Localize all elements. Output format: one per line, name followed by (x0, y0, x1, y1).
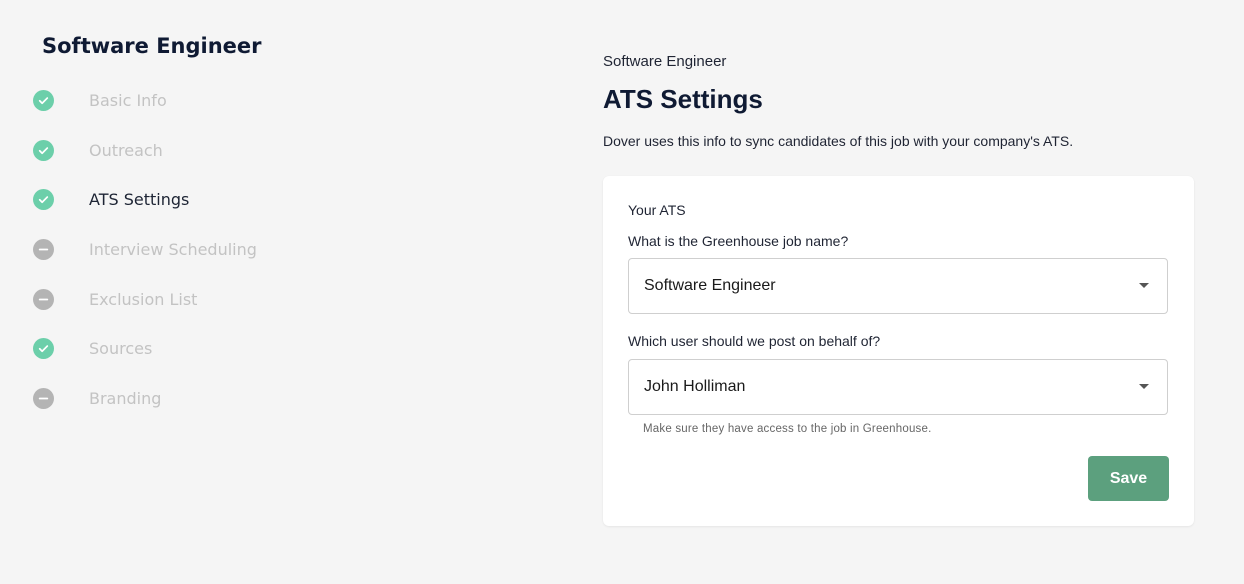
step-exclusion-list[interactable]: Exclusion List (33, 288, 257, 339)
post-user-label: Which user should we post on behalf of? (628, 333, 881, 349)
save-button[interactable]: Save (1088, 456, 1169, 501)
step-list: Basic Info Outreach ATS Settings Intervi… (33, 90, 257, 438)
step-label: Basic Info (89, 91, 167, 110)
chevron-down-icon (1139, 283, 1149, 288)
check-circle-icon (33, 90, 54, 111)
step-label: Outreach (89, 140, 163, 160)
step-label: ATS Settings (89, 190, 190, 210)
post-user-select[interactable]: John Holliman (628, 359, 1168, 415)
step-label: Interview Scheduling (89, 240, 257, 260)
check-circle-icon (33, 139, 54, 161)
page-description: Dover uses this info to sync candidates … (603, 133, 1074, 149)
card-heading: Your ATS (628, 202, 686, 218)
sidebar: Software Engineer Basic Info Outreach AT… (0, 0, 560, 584)
step-branding[interactable]: Branding (33, 388, 257, 438)
minus-circle-icon (33, 388, 54, 410)
page-title: ATS Settings (603, 84, 763, 114)
main-content: Software Engineer ATS Settings Dover use… (603, 0, 1203, 584)
minus-circle-icon (33, 239, 54, 261)
ats-settings-card: Your ATS What is the Greenhouse job name… (603, 176, 1194, 526)
step-sources[interactable]: Sources (33, 338, 257, 388)
job-title: Software Engineer (42, 34, 262, 58)
step-basic-info[interactable]: Basic Info (33, 90, 257, 140)
job-name-label: What is the Greenhouse job name? (628, 233, 849, 249)
post-user-helper: Make sure they have access to the job in… (643, 423, 932, 435)
page-kicker: Software Engineer (603, 53, 727, 70)
step-label: Sources (89, 339, 153, 359)
check-circle-icon (33, 338, 54, 360)
post-user-value: John Holliman (644, 378, 746, 395)
step-outreach[interactable]: Outreach (33, 139, 257, 190)
step-label: Exclusion List (89, 289, 198, 309)
step-label: Branding (89, 389, 162, 409)
job-name-value: Software Engineer (644, 277, 776, 294)
job-name-select[interactable]: Software Engineer (628, 258, 1168, 314)
check-circle-icon (33, 189, 54, 211)
minus-circle-icon (33, 288, 54, 310)
chevron-down-icon (1139, 384, 1149, 389)
step-interview-scheduling[interactable]: Interview Scheduling (33, 239, 257, 289)
step-ats-settings[interactable]: ATS Settings (33, 189, 257, 239)
